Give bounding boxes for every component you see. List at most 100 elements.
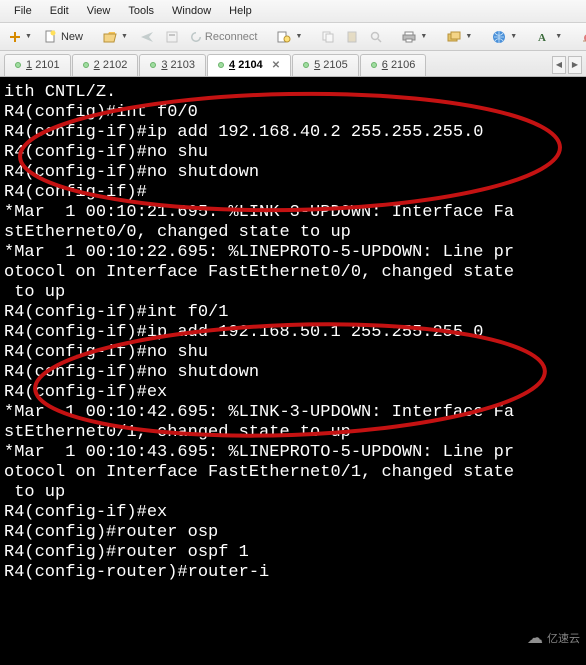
menu-file[interactable]: File: [6, 3, 40, 19]
menu-view[interactable]: View: [79, 3, 119, 19]
svg-text:A: A: [538, 32, 546, 43]
terminal-line: *Mar 1 00:10:22.695: %LINEPROTO-5-UPDOWN…: [4, 243, 584, 263]
tab-hotkey: 2: [94, 59, 100, 71]
terminal-line: R4(config-if)#: [4, 183, 584, 203]
print-button[interactable]: ▼: [397, 28, 432, 46]
tab-label: 2105: [323, 59, 347, 71]
terminal-line: R4(config)#int f0/0: [4, 103, 584, 123]
copy-icon: [322, 31, 334, 43]
new-label: New: [61, 31, 83, 43]
menu-window[interactable]: Window: [164, 3, 219, 19]
tab-hotkey: 1: [26, 59, 32, 71]
tab-label: 2106: [391, 59, 415, 71]
tab-2106[interactable]: 6 2106: [360, 54, 427, 76]
tab-2101[interactable]: 1 2101: [4, 54, 71, 76]
terminal-line: to up: [4, 283, 584, 303]
terminal-line: R4(config-if)#no shu: [4, 343, 584, 363]
tab-hotkey: 3: [161, 59, 167, 71]
plus-icon: [9, 31, 21, 43]
terminal-line: stEthernet0/0, changed state to up: [4, 223, 584, 243]
globe-icon: [492, 30, 506, 44]
terminal-line: otocol on Interface FastEthernet0/1, cha…: [4, 463, 584, 483]
chevron-down-icon: ▼: [420, 33, 427, 40]
reconnect-icon: [190, 31, 202, 43]
menu-edit[interactable]: Edit: [42, 3, 77, 19]
new-document-icon: [44, 30, 58, 44]
search-icon: [370, 31, 382, 43]
tab-label: 2101: [35, 59, 59, 71]
terminal-line: *Mar 1 00:10:21.695: %LINK-3-UPDOWN: Int…: [4, 203, 584, 223]
watermark: ☁ 亿速云: [527, 628, 580, 648]
menu-help[interactable]: Help: [221, 3, 260, 19]
font-button[interactable]: A ▼: [532, 28, 567, 46]
terminal-line: *Mar 1 00:10:42.695: %LINK-3-UPDOWN: Int…: [4, 403, 584, 423]
folder-open-icon: [103, 31, 117, 43]
status-dot-icon: [218, 62, 224, 68]
terminal-line: R4(config-if)#int f0/1: [4, 303, 584, 323]
tab-2102[interactable]: 2 2102: [72, 54, 139, 76]
terminal-line: R4(config-router)#router-i: [4, 563, 584, 583]
page-gear-icon: [277, 31, 291, 43]
status-dot-icon: [371, 62, 377, 68]
tab-scroll-controls: ◀ ▶: [552, 56, 582, 74]
terminal-line: *Mar 1 00:10:43.695: %LINEPROTO-5-UPDOWN…: [4, 443, 584, 463]
toolbar: ▼ New ▼ Reconnect ▼ ▼ ▼: [0, 23, 586, 51]
chevron-down-icon: ▼: [555, 33, 562, 40]
session-icon: [447, 31, 461, 43]
menu-tools[interactable]: Tools: [120, 3, 162, 19]
find-button[interactable]: [365, 28, 387, 46]
add-tab-button[interactable]: ▼: [4, 28, 37, 46]
status-dot-icon: [150, 62, 156, 68]
terminal-line: R4(config)#router ospf 1: [4, 543, 584, 563]
menubar: File Edit View Tools Window Help: [0, 0, 586, 23]
terminal-line: R4(config-if)#ex: [4, 383, 584, 403]
tab-scroll-left[interactable]: ◀: [552, 56, 566, 74]
reconnect-label: Reconnect: [205, 31, 258, 43]
terminal-output[interactable]: ith CNTL/Z.R4(config)#int f0/0 R4(config-…: [0, 77, 586, 665]
paste-icon: [346, 31, 358, 43]
tab-2103[interactable]: 3 2103: [139, 54, 206, 76]
chevron-down-icon: ▼: [121, 33, 128, 40]
snail-icon: [582, 31, 586, 43]
paste-button[interactable]: [341, 28, 363, 46]
font-icon: A: [537, 31, 551, 43]
terminal-line: to up: [4, 483, 584, 503]
terminal-line: R4(config-if)#no shu: [4, 143, 584, 163]
properties-button[interactable]: [161, 28, 183, 46]
status-dot-icon: [15, 62, 21, 68]
tab-label: 2103: [171, 59, 195, 71]
chevron-down-icon: ▼: [465, 33, 472, 40]
snail-button[interactable]: [577, 28, 586, 46]
tab-2104[interactable]: 4 2104 ✕: [207, 54, 291, 76]
terminal-line: R4(config-if)#ex: [4, 503, 584, 523]
close-tab-icon[interactable]: ✕: [272, 60, 280, 71]
chevron-down-icon: ▼: [295, 33, 302, 40]
terminal-line: ith CNTL/Z.: [4, 83, 584, 103]
properties-icon: [166, 31, 178, 43]
reconnect-button[interactable]: Reconnect: [185, 28, 263, 46]
tab-label: 2102: [103, 59, 127, 71]
open-button[interactable]: ▼: [98, 28, 133, 46]
chevron-down-icon: ▼: [25, 33, 32, 40]
printer-icon: [402, 31, 416, 43]
tab-label: 2104: [238, 59, 262, 71]
terminal-line: stEthernet0/1, changed state to up: [4, 423, 584, 443]
terminal-line: R4(config-if)#no shutdown: [4, 363, 584, 383]
terminal-line: R4(config-if)#ip add 192.168.50.1 255.25…: [4, 323, 584, 343]
watermark-text: 亿速云: [547, 630, 580, 646]
tab-2105[interactable]: 5 2105: [292, 54, 359, 76]
send-button[interactable]: [135, 28, 159, 46]
chevron-down-icon: ▼: [510, 33, 517, 40]
terminal-line: R4(config)#router osp: [4, 523, 584, 543]
status-dot-icon: [83, 62, 89, 68]
session-button[interactable]: ▼: [442, 28, 477, 46]
new-button[interactable]: New: [39, 27, 88, 47]
send-icon: [140, 31, 154, 43]
terminal-line: R4(config-if)#no shutdown: [4, 163, 584, 183]
copy-button[interactable]: [317, 28, 339, 46]
globe-button[interactable]: ▼: [487, 27, 522, 47]
tab-hotkey: 5: [314, 59, 320, 71]
terminal-line: otocol on Interface FastEthernet0/0, cha…: [4, 263, 584, 283]
options-button[interactable]: ▼: [272, 28, 307, 46]
tab-scroll-right[interactable]: ▶: [568, 56, 582, 74]
